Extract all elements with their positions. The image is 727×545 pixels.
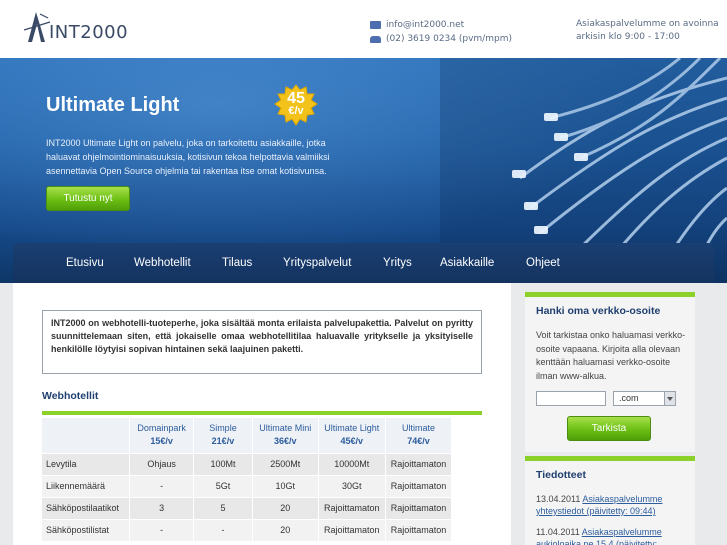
nav-item-yritys[interactable]: Yritys	[383, 257, 412, 269]
table-cell: -	[129, 519, 194, 542]
nav-item-etusivu[interactable]: Etusivu	[66, 257, 104, 269]
phone-number: (02) 3619 0234 (pvm/mpm)	[386, 33, 512, 44]
email-row: info@int2000.net	[370, 18, 512, 32]
row-label: Liikennemäärä	[42, 475, 131, 498]
hero-description: INT2000 Ultimate Light on palvelu, joka …	[46, 138, 330, 176]
table-row: Liikennemäärä - 5Gt 10Gt 30Gt Rajoittama…	[42, 475, 453, 498]
tld-selected-value: .com	[619, 393, 639, 403]
plan-name: Domainpark	[137, 423, 186, 434]
table-row: Sähköpostilaatikot 3 5 20 Rajoittamaton …	[42, 497, 453, 520]
news-date: 13.04.2011	[536, 494, 581, 504]
nav-item-tilaus[interactable]: Tilaus	[222, 257, 252, 269]
plan-header: Ultimate Light 45€/v	[318, 418, 386, 454]
nav-item-ohjeet[interactable]: Ohjeet	[526, 257, 560, 269]
table-row: Levytila Ohjaus 100Mt 2500Mt 10000Mt Raj…	[42, 453, 453, 476]
table-cell: 30Gt	[318, 475, 386, 498]
table-cell: Rajoittamaton	[385, 475, 453, 498]
price-badge-text: 45 €/v	[274, 90, 318, 118]
plan-header: Ultimate Mini 36€/v	[252, 418, 319, 454]
plan-price: 74€/v	[407, 436, 430, 447]
plan-header: Ultimate 74€/v	[385, 418, 453, 454]
plan-price: 36€/v	[274, 436, 297, 447]
list-item: 11.04.2011 Asiakaspalvelumme aukioloaika…	[536, 526, 688, 545]
news-box: Tiedotteet 13.04.2011 Asiakaspalvelumme …	[525, 456, 695, 545]
table-cell: 20	[252, 497, 319, 520]
badge-unit: €/v	[288, 105, 304, 117]
main-navigation: Etusivu Webhotellit Tilaus Yrityspalvelu…	[13, 243, 714, 283]
domain-box-title: Hanki oma verkko-osoite	[536, 305, 661, 317]
nav-item-webhotellit[interactable]: Webhotellit	[134, 257, 191, 269]
table-cell: 20	[252, 519, 319, 542]
contact-info: info@int2000.net (02) 3619 0234 (pvm/mpm…	[370, 18, 512, 46]
top-bar: INT2000 info@int2000.net (02) 3619 0234 …	[0, 0, 727, 58]
phone-row: (02) 3619 0234 (pvm/mpm)	[370, 32, 512, 46]
table-cell: 2500Mt	[252, 453, 319, 476]
domain-box-text: Voit tarkistaa onko haluamasi verkko-oso…	[536, 330, 686, 381]
email-link[interactable]: info@int2000.net	[386, 19, 464, 32]
section-divider	[42, 411, 482, 415]
hours-line-2: arkisin klo 9:00 - 17:00	[576, 32, 680, 42]
domain-name-input[interactable]	[536, 391, 606, 406]
row-label: Sähköpostilistat	[42, 519, 131, 542]
nav-item-asiakkaille[interactable]: Asiakkaille	[440, 257, 494, 269]
table-cell: Rajoittamaton	[385, 519, 453, 542]
plan-name: Ultimate Light	[324, 423, 380, 434]
webhotels-heading: Webhotellit	[42, 390, 99, 402]
table-cell: 5Gt	[193, 475, 254, 498]
chevron-down-icon	[664, 392, 675, 405]
table-cell: 3	[129, 497, 194, 520]
table-row: Sähköpostilistat - - 20 Rajoittamaton Ra…	[42, 519, 453, 542]
logo-mark-icon	[23, 12, 51, 42]
plan-price: 15€/v	[150, 436, 173, 447]
tld-select[interactable]: .com	[613, 391, 676, 406]
plan-name: Ultimate Mini	[259, 423, 312, 434]
plan-price: 21€/v	[211, 436, 235, 447]
envelope-icon	[370, 21, 381, 29]
phone-icon	[370, 35, 381, 43]
row-label: Levytila	[42, 453, 131, 476]
table-cell: Rajoittamaton	[318, 519, 386, 542]
opening-hours: Asiakaspalvelumme on avoinna arkisin klo…	[576, 18, 726, 44]
hero-title: Ultimate Light	[46, 94, 180, 116]
plan-price: 45€/v	[340, 436, 364, 447]
badge-price: 45	[287, 90, 305, 107]
table-cell: Rajoittamaton	[318, 497, 386, 520]
row-label: Sähköpostilaatikot	[42, 497, 131, 520]
intro-text: INT2000 on webhotelli-tuoteperhe, joka s…	[42, 310, 482, 374]
price-badge: 45 €/v	[274, 84, 318, 128]
plans-header-row: Domainpark 15€/v Simple 21€/v Ultimate Min…	[42, 418, 453, 454]
table-cell: Rajoittamaton	[385, 497, 453, 520]
domain-check-box: Hanki oma verkko-osoite Voit tarkistaa o…	[525, 292, 695, 452]
list-item: 13.04.2011 Asiakaspalvelumme yhteystiedo…	[536, 493, 688, 517]
news-date: 11.04.2011	[536, 527, 580, 537]
table-cell: Ohjaus	[129, 453, 194, 476]
hours-line-1: Asiakaspalvelumme on avoinna	[576, 19, 719, 29]
learn-more-button[interactable]: Tutustu nyt	[46, 186, 130, 211]
table-cell: -	[129, 475, 194, 498]
plan-name: Simple	[209, 423, 237, 434]
plan-header: Simple 21€/v	[193, 418, 254, 454]
table-cell: 10Gt	[252, 475, 319, 498]
header-blank-cell	[42, 418, 131, 454]
news-list: 13.04.2011 Asiakaspalvelumme yhteystiedo…	[536, 493, 688, 545]
logo[interactable]: INT2000	[22, 10, 128, 44]
plans-table: Domainpark 15€/v Simple 21€/v Ultimate Min…	[42, 418, 453, 542]
table-cell: 100Mt	[193, 453, 254, 476]
news-box-title: Tiedotteet	[536, 469, 586, 481]
check-domain-button[interactable]: Tarkista	[567, 416, 651, 441]
plan-name: Ultimate	[401, 423, 435, 434]
table-cell: -	[193, 519, 254, 542]
table-cell: 10000Mt	[318, 453, 386, 476]
plan-header: Domainpark 15€/v	[129, 418, 194, 454]
logo-text: INT2000	[49, 22, 129, 43]
nav-item-yrityspalvelut[interactable]: Yrityspalvelut	[283, 257, 351, 269]
table-cell: 5	[193, 497, 254, 520]
table-cell: Rajoittamaton	[385, 453, 453, 476]
